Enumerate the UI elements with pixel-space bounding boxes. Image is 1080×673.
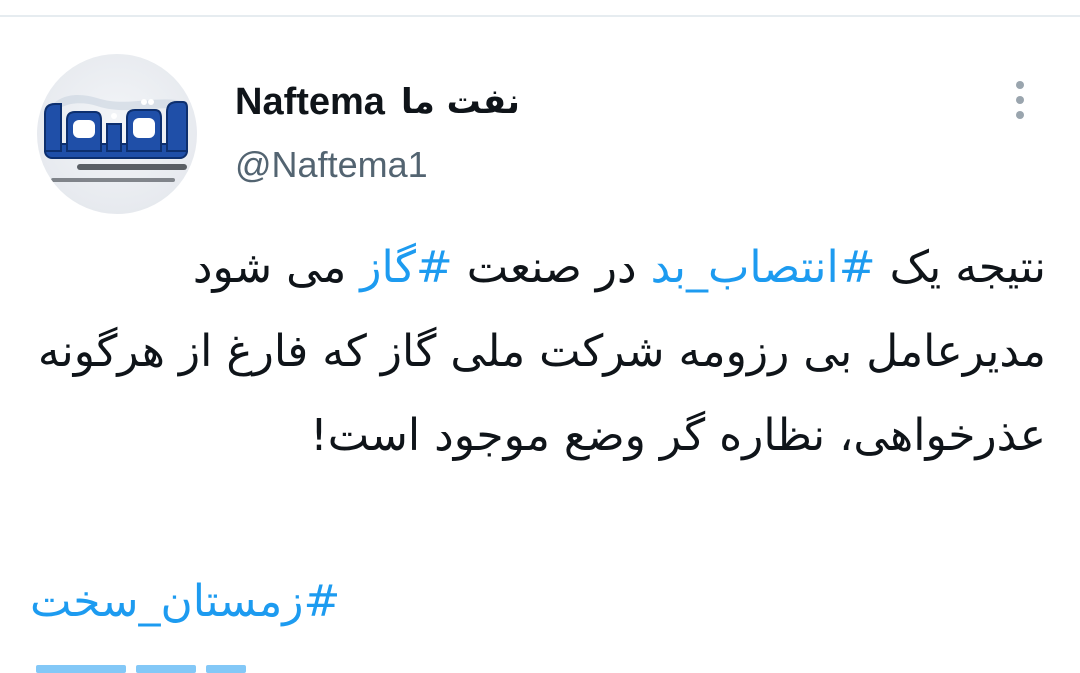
author-display-name[interactable]: Naftema <box>235 81 385 124</box>
tweet-card: Naftema نفت ما @Naftema1 نتیجه یک #انتصا… <box>0 0 1080 673</box>
more-vertical-icon <box>1016 81 1024 89</box>
cut-off-next-line <box>36 665 256 673</box>
more-vertical-icon-dot <box>1016 96 1024 104</box>
hashtag-link[interactable]: #انتصاب_بد <box>651 242 876 293</box>
cut-off-text-fragment <box>36 665 126 673</box>
tweet-hashtags-line: #زمستان_سخت <box>30 560 1046 644</box>
cut-off-text-fragment <box>206 665 246 673</box>
author-avatar[interactable] <box>37 54 197 214</box>
naftema-logo-icon <box>44 94 188 182</box>
hashtag-link[interactable]: #گاز <box>360 242 452 293</box>
author-display-name-fa[interactable]: نفت ما <box>401 82 520 122</box>
cut-off-text-fragment <box>136 665 196 673</box>
author-handle[interactable]: @Naftema1 <box>235 144 428 186</box>
hashtag-link[interactable]: #زمستان_سخت <box>30 576 340 627</box>
top-divider <box>0 15 1080 17</box>
tweet-body: نتیجه یک #انتصاب_بد در صنعت #گاز می شود … <box>30 226 1046 478</box>
more-vertical-icon-dot <box>1016 111 1024 119</box>
author-name-row[interactable]: Naftema نفت ما <box>235 74 520 130</box>
more-options-button[interactable] <box>1005 78 1035 122</box>
tweet-text-segment: در صنعت <box>452 242 651 293</box>
tweet-text-segment: نتیجه یک <box>875 242 1046 293</box>
